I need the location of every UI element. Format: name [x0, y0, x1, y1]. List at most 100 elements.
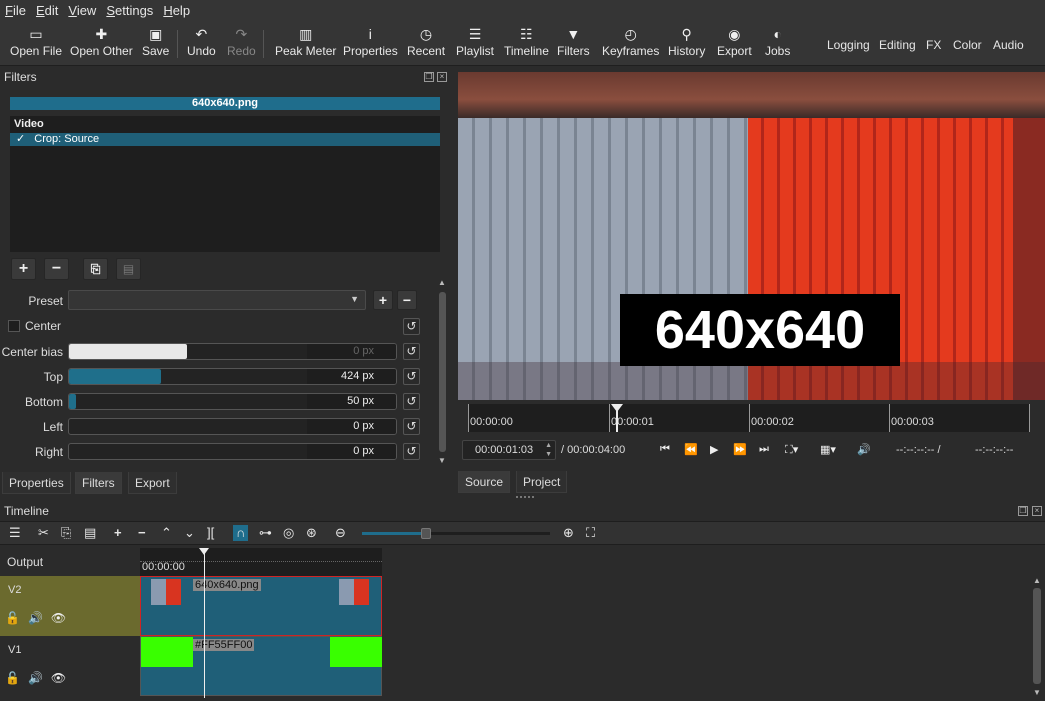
scroll-up-icon[interactable]: ▲	[438, 278, 446, 287]
scroll-thumb[interactable]	[1033, 588, 1041, 684]
scroll-down-icon[interactable]: ▼	[1033, 688, 1041, 697]
redo-button[interactable]: ↷ Redo	[227, 24, 256, 62]
menu-icon[interactable]: ☰	[9, 525, 21, 541]
keyframes-button[interactable]: ◴ Keyframes	[602, 24, 659, 62]
workspace-audio[interactable]: Audio	[993, 38, 1024, 52]
open-file-button[interactable]: ▭ Open File	[10, 24, 62, 62]
spin-arrows-icon[interactable]: ▲ ▼	[545, 441, 552, 459]
remove-icon[interactable]: −	[138, 525, 146, 541]
param-slider[interactable]: 424 px	[68, 368, 397, 385]
save-button[interactable]: ▣ Save	[142, 24, 169, 62]
paste-icon[interactable]: ▤	[84, 525, 96, 541]
delete-preset-button[interactable]: −	[397, 290, 417, 310]
filter-item-crop[interactable]: ✓ Crop: Source	[10, 133, 440, 146]
tab-project[interactable]: Project	[516, 471, 568, 493]
jobs-button[interactable]: ◐ Jobs	[765, 24, 790, 62]
track-head-v2[interactable]: V2 🔓🔊👁	[0, 576, 140, 636]
zoom-out-icon[interactable]: ⊖	[335, 525, 346, 541]
split-icon[interactable]: ][	[207, 525, 214, 541]
lock-icon[interactable]: 🔓	[5, 671, 28, 685]
append-icon[interactable]: +	[114, 525, 122, 541]
zoom-slider-handle[interactable]	[421, 528, 431, 539]
fast-forward-icon[interactable]: ⏩	[733, 443, 747, 456]
zoom-fit-icon[interactable]: ⛶	[586, 525, 595, 541]
close-icon[interactable]: ×	[437, 72, 447, 82]
zoom-slider[interactable]	[362, 528, 550, 539]
timeline-ruler[interactable]: 00:00:00	[140, 548, 382, 576]
reset-icon[interactable]: ↺	[403, 318, 420, 335]
close-icon[interactable]: ×	[1032, 506, 1042, 516]
zoom-fit-icon[interactable]: ⛶▾	[785, 443, 798, 457]
workspace-color[interactable]: Color	[953, 38, 982, 52]
skip-previous-icon[interactable]: ⏮	[660, 443, 670, 456]
scroll-thumb[interactable]	[439, 292, 446, 452]
play-icon[interactable]: ▶	[710, 443, 718, 456]
tab-export[interactable]: Export	[128, 472, 177, 494]
add-filter-button[interactable]: +	[11, 258, 36, 280]
eye-icon[interactable]: 👁	[51, 611, 74, 625]
reset-icon[interactable]: ↺	[403, 343, 420, 360]
playlist-button[interactable]: ☰ Playlist	[456, 24, 494, 62]
overwrite-icon[interactable]: ⌄	[184, 525, 195, 541]
preset-dropdown[interactable]: ▼	[68, 290, 366, 310]
param-slider[interactable]: 50 px	[68, 393, 397, 410]
player-ruler[interactable]: 00:00:00 00:00:01 00:00:02 00:00:03	[468, 404, 1030, 432]
tab-properties[interactable]: Properties	[2, 472, 71, 494]
scroll-down-icon[interactable]: ▼	[438, 456, 446, 465]
filter-scrollbar[interactable]: ▲ ▼	[437, 278, 448, 466]
menu-edit[interactable]: Edit	[31, 3, 63, 18]
ripple-icon[interactable]: ◎	[283, 525, 294, 541]
scroll-up-icon[interactable]: ▲	[1033, 576, 1041, 585]
save-preset-button[interactable]: +	[373, 290, 393, 310]
eye-icon[interactable]: 👁	[51, 671, 74, 685]
menu-settings[interactable]: Settings	[101, 3, 158, 18]
clip-v1[interactable]: #FF55FF00	[140, 636, 382, 696]
param-slider[interactable]: 0 px	[68, 443, 397, 460]
export-button[interactable]: ◉ Export	[717, 24, 752, 62]
tab-source[interactable]: Source	[458, 471, 511, 493]
float-icon[interactable]: ❐	[424, 72, 434, 82]
menu-file[interactable]: File	[0, 3, 31, 18]
zoom-in-icon[interactable]: ⊕	[563, 525, 574, 541]
properties-button[interactable]: i Properties	[343, 24, 398, 62]
lift-icon[interactable]: ⌃	[161, 525, 172, 541]
paste-filter-icon[interactable]: ▤	[116, 258, 141, 280]
mute-icon[interactable]: 🔊	[28, 671, 51, 685]
mute-icon[interactable]: 🔊	[28, 611, 51, 625]
undo-button[interactable]: ↶ Undo	[187, 24, 216, 62]
track-head-v1[interactable]: V1 🔓🔊👁	[0, 636, 140, 696]
volume-icon[interactable]: 🔊	[857, 443, 871, 456]
workspace-fx[interactable]: FX	[926, 38, 941, 52]
menu-view[interactable]: View	[63, 3, 101, 18]
open-other-button[interactable]: ✚ Open Other	[70, 24, 133, 62]
param-slider[interactable]: 0 px	[68, 343, 397, 360]
peak-meter-button[interactable]: ▥ Peak Meter	[275, 24, 336, 62]
copy-icon[interactable]: ⎘	[61, 525, 71, 541]
grid-icon[interactable]: ▦▾	[820, 443, 836, 456]
position-spinbox[interactable]: 00:00:01:03 ▲ ▼	[462, 440, 556, 460]
remove-filter-button[interactable]: −	[44, 258, 69, 280]
splitter-handle[interactable]	[516, 496, 534, 498]
menu-help[interactable]: Help	[158, 3, 195, 18]
reset-icon[interactable]: ↺	[403, 393, 420, 410]
scrub-icon[interactable]: ⊶	[259, 525, 272, 541]
workspace-editing[interactable]: Editing	[879, 38, 916, 52]
skip-next-icon[interactable]: ⏭	[759, 443, 769, 456]
lock-icon[interactable]: 🔓	[5, 611, 28, 625]
history-button[interactable]: ⚲ History	[668, 24, 705, 62]
filters-button[interactable]: ▼ Filters	[557, 24, 590, 62]
timeline-button[interactable]: ☷ Timeline	[504, 24, 549, 62]
clip-v2[interactable]: 640x640.png	[140, 576, 382, 636]
ripple-all-icon[interactable]: ⊛	[306, 525, 317, 541]
timeline-scrollbar[interactable]: ▲ ▼	[1031, 576, 1043, 700]
cut-icon[interactable]: ✂	[38, 525, 49, 541]
center-checkbox[interactable]	[8, 320, 20, 332]
reset-icon[interactable]: ↺	[403, 443, 420, 460]
float-icon[interactable]: ❐	[1018, 506, 1028, 516]
reset-icon[interactable]: ↺	[403, 368, 420, 385]
snap-icon[interactable]: ∩	[233, 525, 249, 541]
param-slider[interactable]: 0 px	[68, 418, 397, 435]
rewind-icon[interactable]: ⏪	[684, 443, 698, 456]
tab-filters[interactable]: Filters	[75, 472, 122, 494]
copy-filter-icon[interactable]: ⎘	[83, 258, 108, 280]
